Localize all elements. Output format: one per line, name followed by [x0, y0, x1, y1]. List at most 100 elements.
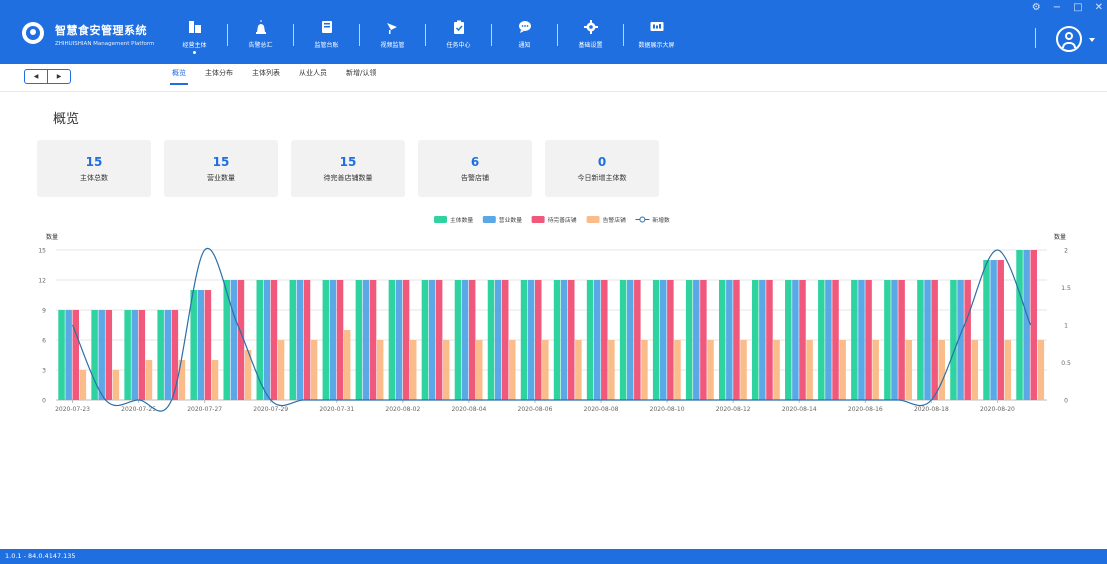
- nav-item-video[interactable]: 视频监管: [360, 12, 425, 56]
- x-tick-label: 2020-08-06: [518, 406, 553, 413]
- bar: [1004, 340, 1012, 400]
- next-tab-button[interactable]: ▶: [48, 70, 70, 83]
- bar: [660, 280, 667, 400]
- nav-item-notify[interactable]: 通知: [492, 12, 557, 56]
- tab-add-claim[interactable]: 新增/认领: [346, 68, 376, 85]
- bar: [211, 360, 219, 400]
- bar: [851, 280, 858, 400]
- tab-list[interactable]: 主体列表: [252, 68, 280, 85]
- nav-item-ledger[interactable]: 监管台账: [294, 12, 359, 56]
- stat-label: 待完善店铺数量: [323, 173, 373, 182]
- bar: [1023, 250, 1030, 400]
- nav-label: 任务中心: [446, 42, 471, 49]
- bar: [718, 280, 726, 400]
- bar: [355, 280, 363, 400]
- bar: [700, 280, 707, 400]
- bar: [872, 340, 879, 400]
- legend-label: 新增数: [652, 216, 670, 224]
- tab-staff[interactable]: 从业人员: [299, 68, 327, 85]
- settings-icon[interactable]: ⚙: [1032, 2, 1041, 13]
- nav-label: 监管台账: [314, 42, 339, 49]
- main-nav: 经营主体 告警总汇 监管台账 视频监管 任务中心 通知 基础设置 数据展示大屏: [162, 12, 689, 56]
- bar: [454, 280, 462, 400]
- y-tick-label-left: 0: [42, 398, 46, 405]
- clipboard-icon: [453, 20, 464, 34]
- bar: [190, 290, 197, 400]
- bar: [277, 340, 285, 400]
- bar: [131, 310, 138, 400]
- tab-distribution[interactable]: 主体分布: [205, 68, 233, 85]
- bar: [693, 280, 700, 400]
- bar: [891, 280, 898, 400]
- bar: [402, 280, 410, 400]
- nav-item-tasks[interactable]: 任务中心: [426, 12, 491, 56]
- nav-label: 数据展示大屏: [638, 42, 675, 49]
- bar: [898, 280, 905, 400]
- bar: [766, 280, 773, 400]
- chevron-down-icon[interactable]: [1089, 38, 1095, 42]
- bar: [733, 280, 740, 400]
- bar: [608, 340, 615, 400]
- bar: [785, 280, 792, 400]
- nav-item-dashboard[interactable]: 数据展示大屏: [624, 12, 689, 56]
- nav-item-alarms[interactable]: 告警总汇: [228, 12, 293, 56]
- prev-tab-button[interactable]: ◀: [25, 70, 48, 83]
- stat-value: 15: [212, 154, 230, 169]
- stat-value: 0: [597, 154, 607, 169]
- x-tick-label: 2020-08-14: [782, 406, 817, 413]
- bar: [971, 340, 979, 400]
- y-tick-label-right: 2: [1064, 248, 1068, 255]
- bar: [72, 310, 80, 400]
- app-window: 智慧食安管理系统 ZHIHUISHIAN Management Platform…: [0, 0, 1107, 564]
- bar: [91, 310, 98, 400]
- bar: [428, 280, 436, 400]
- x-tick-label: 2020-08-18: [914, 406, 949, 413]
- maximize-icon[interactable]: □: [1073, 2, 1082, 13]
- bar: [336, 280, 344, 400]
- bar: [990, 260, 997, 400]
- bar: [527, 280, 535, 400]
- camera-icon: [386, 23, 397, 34]
- bar: [58, 310, 65, 400]
- bar: [1016, 250, 1023, 400]
- nav-label: 经营主体: [182, 42, 207, 49]
- bar: [65, 310, 72, 400]
- bar: [938, 340, 945, 400]
- nav-item-settings[interactable]: 基础设置: [558, 12, 623, 56]
- bar: [964, 280, 971, 400]
- legend-swatch: [482, 216, 496, 223]
- bar: [468, 280, 476, 400]
- nav-item-business[interactable]: 经营主体: [162, 12, 227, 56]
- bar: [905, 340, 912, 400]
- bar: [726, 280, 733, 400]
- bar: [171, 310, 179, 400]
- x-tick-label: 2020-08-02: [385, 406, 420, 413]
- stat-value: 15: [85, 154, 103, 169]
- legend-label: 营业数量: [499, 216, 522, 224]
- bar: [461, 280, 469, 400]
- x-tick-label: 2020-07-27: [187, 406, 222, 413]
- bar: [575, 340, 582, 400]
- bar: [124, 310, 131, 400]
- bar: [362, 280, 370, 400]
- tab-overview[interactable]: 概览: [170, 68, 188, 85]
- gear-icon: [583, 20, 598, 34]
- y-tick-label-left: 3: [42, 368, 46, 375]
- minimize-icon[interactable]: −: [1053, 2, 1061, 13]
- bar: [792, 280, 799, 400]
- bar: [825, 280, 832, 400]
- x-tick-label: 2020-08-20: [980, 406, 1015, 413]
- building-icon: [188, 21, 201, 33]
- ledger-icon: [321, 21, 332, 33]
- user-avatar-icon[interactable]: [1056, 26, 1082, 52]
- window-controls: ⚙ − □ ✕: [1032, 2, 1103, 13]
- y-tick-label-right: 0: [1064, 398, 1068, 405]
- bar: [145, 360, 153, 400]
- bar: [806, 340, 813, 400]
- bar: [270, 280, 278, 400]
- close-icon[interactable]: ✕: [1095, 2, 1103, 13]
- bar: [509, 340, 516, 400]
- bar: [593, 280, 601, 400]
- bar: [740, 340, 747, 400]
- legend-label: 主体数量: [450, 216, 473, 224]
